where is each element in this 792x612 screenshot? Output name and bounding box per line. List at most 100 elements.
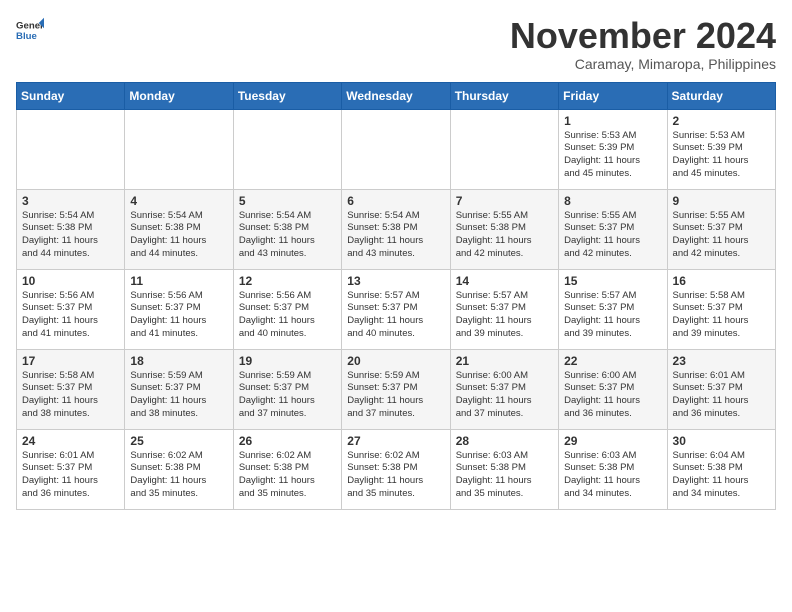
day-info: Sunrise: 6:01 AMSunset: 5:37 PMDaylight:… [22, 450, 119, 501]
calendar-cell: 13Sunrise: 5:57 AMSunset: 5:37 PMDayligh… [342, 269, 450, 349]
calendar-cell: 21 Sunrise: 6:00 AMSunset: 5:37 PMDayligh… [450, 349, 558, 429]
calendar-cell: 29 Sunrise: 6:03 AMSunset: 5:38 PMDayligh… [559, 429, 667, 509]
weekday-header: Thursday [450, 82, 558, 109]
day-number: 23 [673, 354, 770, 368]
day-info: Sunrise: 5:57 AMSunset: 5:37 PMDaylight:… [564, 290, 661, 341]
calendar-cell [450, 109, 558, 189]
calendar-cell: 7 Sunrise: 5:55 AMSunset: 5:38 PMDaylight… [450, 189, 558, 269]
calendar-cell: 20Sunrise: 5:59 AMSunset: 5:37 PMDayligh… [342, 349, 450, 429]
day-number: 7 [456, 194, 553, 208]
day-info: Sunrise: 5:56 AMSunset: 5:37 PMDaylight:… [239, 290, 336, 341]
day-info: Sunrise: 5:59 AMSunset: 5:37 PMDaylight:… [347, 370, 444, 421]
day-number: 16 [673, 274, 770, 288]
day-number: 4 [130, 194, 227, 208]
day-info: Sunrise: 6:03 AMSunset: 5:38 PMDaylight:… [456, 450, 553, 501]
day-number: 1 [564, 114, 661, 128]
calendar-cell: 25Sunrise: 6:02 AMSunset: 5:38 PMDayligh… [125, 429, 233, 509]
day-info: Sunrise: 5:59 AMSunset: 5:37 PMDaylight:… [130, 370, 227, 421]
day-number: 25 [130, 434, 227, 448]
calendar-cell [17, 109, 125, 189]
calendar-cell: 18 Sunrise: 5:59 AMSunset: 5:37 PMDayligh… [125, 349, 233, 429]
calendar-cell: 4 Sunrise: 5:54 AMSunset: 5:38 PMDaylight… [125, 189, 233, 269]
calendar-cell: 28 Sunrise: 6:03 AMSunset: 5:38 PMDayligh… [450, 429, 558, 509]
day-info: Sunrise: 5:54 AMSunset: 5:38 PMDaylight:… [22, 210, 119, 261]
day-info: Sunrise: 5:55 AMSunset: 5:38 PMDaylight:… [456, 210, 553, 261]
calendar-cell: 9Sunrise: 5:55 AMSunset: 5:37 PMDaylight… [667, 189, 775, 269]
weekday-header: Sunday [17, 82, 125, 109]
weekday-header: Monday [125, 82, 233, 109]
day-info: Sunrise: 5:53 AMSunset: 5:39 PMDaylight:… [564, 130, 661, 181]
page-header: General Blue November 2024 Caramay, Mima… [16, 16, 776, 72]
calendar-week-row: 10 Sunrise: 5:56 AMSunset: 5:37 PMDayligh… [17, 269, 776, 349]
day-info: Sunrise: 6:01 AMSunset: 5:37 PMDaylight:… [673, 370, 770, 421]
day-number: 18 [130, 354, 227, 368]
logo: General Blue [16, 16, 44, 44]
weekday-header: Friday [559, 82, 667, 109]
day-info: Sunrise: 6:00 AMSunset: 5:37 PMDaylight:… [564, 370, 661, 421]
calendar-cell: 5Sunrise: 5:54 AMSunset: 5:38 PMDaylight… [233, 189, 341, 269]
title-block: November 2024 Caramay, Mimaropa, Philipp… [510, 16, 776, 72]
day-info: Sunrise: 5:55 AMSunset: 5:37 PMDaylight:… [564, 210, 661, 261]
calendar-cell: 2 Sunrise: 5:53 AMSunset: 5:39 PMDaylight… [667, 109, 775, 189]
day-info: Sunrise: 5:57 AMSunset: 5:37 PMDaylight:… [456, 290, 553, 341]
calendar-cell: 27 Sunrise: 6:02 AMSunset: 5:38 PMDayligh… [342, 429, 450, 509]
calendar-cell: 22Sunrise: 6:00 AMSunset: 5:37 PMDayligh… [559, 349, 667, 429]
day-info: Sunrise: 5:54 AMSunset: 5:38 PMDaylight:… [347, 210, 444, 261]
day-number: 6 [347, 194, 444, 208]
weekday-header-row: SundayMondayTuesdayWednesdayThursdayFrid… [17, 82, 776, 109]
day-info: Sunrise: 5:59 AMSunset: 5:37 PMDaylight:… [239, 370, 336, 421]
calendar-cell [125, 109, 233, 189]
calendar-cell: 12 Sunrise: 5:56 AMSunset: 5:37 PMDayligh… [233, 269, 341, 349]
month-title: November 2024 [510, 16, 776, 56]
day-number: 3 [22, 194, 119, 208]
calendar-week-row: 3 Sunrise: 5:54 AMSunset: 5:38 PMDaylight… [17, 189, 776, 269]
day-info: Sunrise: 5:54 AMSunset: 5:38 PMDaylight:… [130, 210, 227, 261]
day-info: Sunrise: 6:02 AMSunset: 5:38 PMDaylight:… [347, 450, 444, 501]
day-info: Sunrise: 6:04 AMSunset: 5:38 PMDaylight:… [673, 450, 770, 501]
day-info: Sunrise: 6:03 AMSunset: 5:38 PMDaylight:… [564, 450, 661, 501]
day-number: 29 [564, 434, 661, 448]
calendar-cell: 19 Sunrise: 5:59 AMSunset: 5:37 PMDayligh… [233, 349, 341, 429]
calendar-cell: 17Sunrise: 5:58 AMSunset: 5:37 PMDayligh… [17, 349, 125, 429]
calendar-cell: 15 Sunrise: 5:57 AMSunset: 5:37 PMDayligh… [559, 269, 667, 349]
day-info: Sunrise: 5:57 AMSunset: 5:37 PMDaylight:… [347, 290, 444, 341]
day-info: Sunrise: 5:58 AMSunset: 5:37 PMDaylight:… [673, 290, 770, 341]
logo-icon: General Blue [16, 16, 44, 44]
calendar-week-row: 17Sunrise: 5:58 AMSunset: 5:37 PMDayligh… [17, 349, 776, 429]
calendar-week-row: 1 Sunrise: 5:53 AMSunset: 5:39 PMDaylight… [17, 109, 776, 189]
calendar-cell: 10Sunrise: 5:56 AMSunset: 5:37 PMDayligh… [17, 269, 125, 349]
calendar-week-row: 24Sunrise: 6:01 AMSunset: 5:37 PMDayligh… [17, 429, 776, 509]
day-number: 28 [456, 434, 553, 448]
weekday-header: Tuesday [233, 82, 341, 109]
calendar-cell: 3 Sunrise: 5:54 AMSunset: 5:38 PMDaylight… [17, 189, 125, 269]
day-number: 14 [456, 274, 553, 288]
weekday-header: Saturday [667, 82, 775, 109]
day-number: 21 [456, 354, 553, 368]
calendar-cell: 8 Sunrise: 5:55 AMSunset: 5:37 PMDaylight… [559, 189, 667, 269]
location: Caramay, Mimaropa, Philippines [510, 56, 776, 72]
calendar-cell: 14 Sunrise: 5:57 AMSunset: 5:37 PMDayligh… [450, 269, 558, 349]
day-number: 15 [564, 274, 661, 288]
day-info: Sunrise: 6:00 AMSunset: 5:37 PMDaylight:… [456, 370, 553, 421]
day-info: Sunrise: 5:58 AMSunset: 5:37 PMDaylight:… [22, 370, 119, 421]
day-info: Sunrise: 5:53 AMSunset: 5:39 PMDaylight:… [673, 130, 770, 181]
calendar-cell [233, 109, 341, 189]
calendar-cell [342, 109, 450, 189]
day-number: 27 [347, 434, 444, 448]
calendar-cell: 16 Sunrise: 5:58 AMSunset: 5:37 PMDayligh… [667, 269, 775, 349]
calendar-cell: 24Sunrise: 6:01 AMSunset: 5:37 PMDayligh… [17, 429, 125, 509]
day-info: Sunrise: 5:56 AMSunset: 5:37 PMDaylight:… [130, 290, 227, 341]
day-number: 12 [239, 274, 336, 288]
calendar-table: SundayMondayTuesdayWednesdayThursdayFrid… [16, 82, 776, 510]
day-number: 10 [22, 274, 119, 288]
day-number: 8 [564, 194, 661, 208]
day-number: 26 [239, 434, 336, 448]
svg-text:Blue: Blue [16, 31, 37, 42]
day-number: 19 [239, 354, 336, 368]
day-number: 30 [673, 434, 770, 448]
calendar-cell: 1 Sunrise: 5:53 AMSunset: 5:39 PMDaylight… [559, 109, 667, 189]
day-number: 2 [673, 114, 770, 128]
calendar-cell: 23 Sunrise: 6:01 AMSunset: 5:37 PMDayligh… [667, 349, 775, 429]
calendar-cell: 6 Sunrise: 5:54 AMSunset: 5:38 PMDaylight… [342, 189, 450, 269]
calendar-cell: 26Sunrise: 6:02 AMSunset: 5:38 PMDayligh… [233, 429, 341, 509]
